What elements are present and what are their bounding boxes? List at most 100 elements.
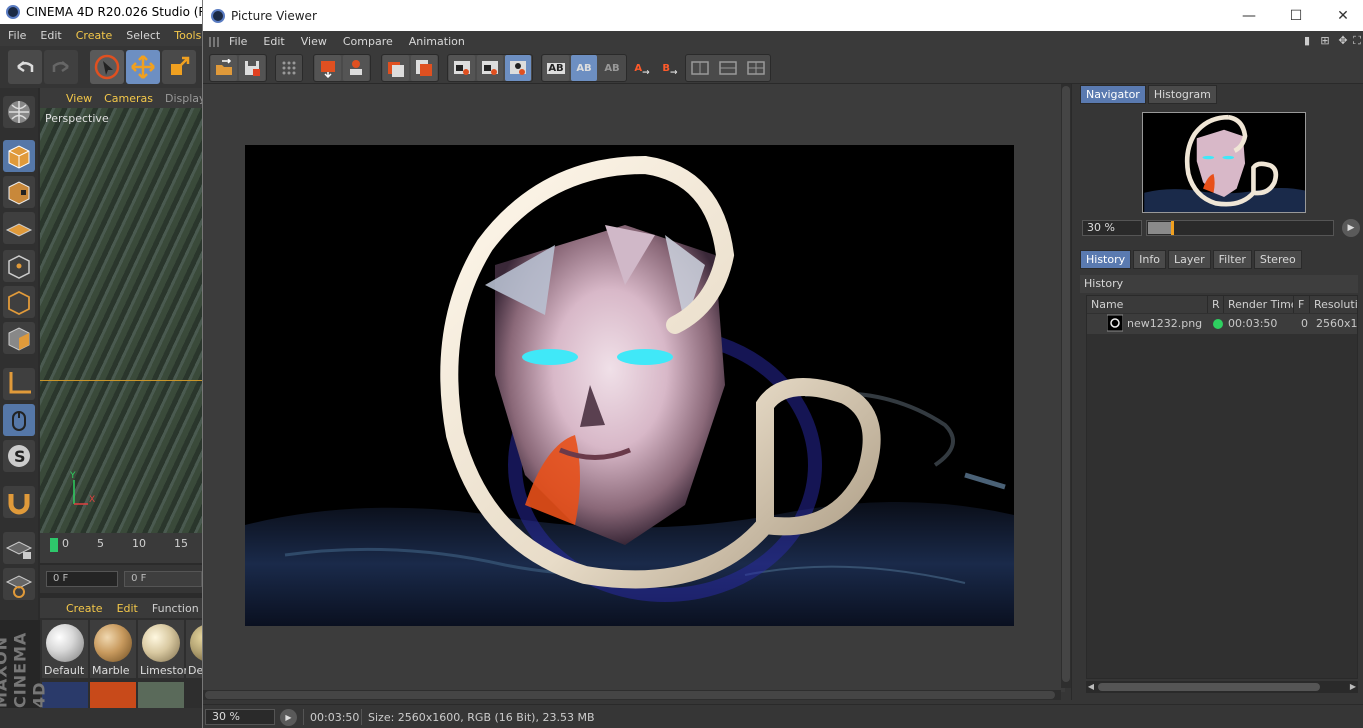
material-preview-ball	[94, 624, 132, 662]
pv-menu-compare[interactable]: Compare	[343, 35, 393, 48]
material-swatch-default[interactable]: Default	[42, 620, 88, 678]
polygons-mode-button[interactable]	[3, 322, 35, 354]
tab-layer[interactable]: Layer	[1167, 250, 1211, 269]
canvas-horizontal-scrollbar[interactable]	[203, 690, 1061, 700]
current-frame-field[interactable]: 0 F	[124, 571, 202, 587]
material-menu-edit[interactable]: Edit	[117, 602, 138, 615]
rendered-image[interactable]	[245, 145, 1014, 626]
live-selection-button[interactable]	[90, 50, 124, 84]
material-swatch-partial[interactable]: De	[186, 620, 202, 678]
locked-workplane-button[interactable]	[3, 532, 35, 564]
material-swatch-limestone[interactable]: Limestone	[138, 620, 197, 678]
main-menu-select[interactable]: Select	[126, 29, 160, 42]
fullscreen-panel-icon[interactable]: ⛶	[1351, 34, 1363, 48]
model-mode-button[interactable]	[3, 140, 35, 172]
set-as-a-button[interactable]: A →	[629, 55, 655, 81]
tab-info[interactable]: Info	[1133, 250, 1166, 269]
start-frame-field[interactable]: 0 F	[46, 571, 119, 587]
scroll-right-icon[interactable]: ▶	[1348, 681, 1358, 693]
navigator-zoom-slider[interactable]	[1146, 220, 1334, 236]
points-mode-button[interactable]	[3, 250, 35, 282]
history-horizontal-scrollbar[interactable]: ◀ ▶	[1086, 681, 1358, 693]
scroll-thumb[interactable]	[1062, 86, 1070, 682]
tab-histogram[interactable]: Histogram	[1147, 85, 1217, 104]
column-header-frame[interactable]: F	[1294, 296, 1310, 313]
minimize-button[interactable]: —	[1239, 6, 1259, 26]
pv-menu-file[interactable]: File	[229, 35, 247, 48]
column-header-resolution[interactable]: Resolution	[1310, 296, 1357, 313]
column-header-render-time[interactable]: Render Time	[1224, 296, 1294, 313]
planar-workplane-button[interactable]	[3, 568, 35, 600]
edges-mode-button[interactable]	[3, 286, 35, 318]
magnet-button[interactable]	[3, 486, 35, 518]
open-button[interactable]	[211, 55, 237, 81]
workplane-button[interactable]	[3, 212, 35, 244]
zoom-slider-handle[interactable]	[1171, 221, 1174, 235]
status-zoom-field[interactable]: 30 %	[205, 709, 275, 725]
tweak-mode-button[interactable]	[3, 404, 35, 436]
status-play-button[interactable]: ▶	[280, 709, 297, 726]
compare-ab-split-button[interactable]: AB	[571, 55, 597, 81]
axis-mode-button[interactable]	[3, 368, 35, 400]
column-header-name[interactable]: Name	[1087, 296, 1208, 313]
render-view-button[interactable]	[3, 96, 35, 128]
move-tool-button[interactable]	[126, 50, 160, 84]
navigator-thumbnail[interactable]	[1142, 112, 1306, 213]
viewport-menu-view[interactable]: View	[66, 92, 92, 105]
undo-button[interactable]	[8, 50, 42, 84]
view-mode-3-button[interactable]	[505, 55, 531, 81]
material-menu-function[interactable]: Function	[152, 602, 199, 615]
snap-button[interactable]: S	[3, 440, 35, 472]
pv-menu-edit[interactable]: Edit	[263, 35, 284, 48]
material-swatch-blue[interactable]	[42, 682, 88, 710]
redo-button[interactable]	[44, 50, 78, 84]
compare-ab-button[interactable]: AB	[543, 55, 569, 81]
timeline-ruler[interactable]: 0 5 10 15	[40, 533, 202, 563]
show-grid-button[interactable]	[276, 55, 302, 81]
table-row[interactable]: new1232.png 00:03:50 0 2560x1600	[1087, 314, 1357, 334]
stereo-mode-3-button[interactable]	[743, 55, 769, 81]
tab-filter[interactable]: Filter	[1212, 250, 1252, 269]
render-region-button[interactable]	[315, 55, 341, 81]
view-mode-1-button[interactable]	[449, 55, 475, 81]
tab-navigator[interactable]: Navigator	[1080, 85, 1146, 104]
copy-image-button[interactable]	[383, 55, 409, 81]
stereo-mode-2-button[interactable]	[715, 55, 741, 81]
material-swatch-green[interactable]	[138, 682, 184, 710]
scale-tool-button[interactable]	[162, 50, 196, 84]
tab-stereo[interactable]: Stereo	[1253, 250, 1302, 269]
pv-menu-view[interactable]: View	[301, 35, 327, 48]
canvas-vertical-scrollbar[interactable]	[1061, 84, 1071, 688]
view-mode-2-button[interactable]	[477, 55, 503, 81]
add-panel-icon[interactable]: ⊞	[1319, 34, 1331, 48]
main-menu-create[interactable]: Create	[76, 29, 113, 42]
set-as-b-button[interactable]: B →	[657, 55, 683, 81]
navigator-zoom-field[interactable]: 30 %	[1082, 220, 1142, 236]
tab-history[interactable]: History	[1080, 250, 1132, 269]
close-button[interactable]: ✕	[1333, 6, 1353, 26]
main-menu-file[interactable]: File	[8, 29, 26, 42]
scroll-left-icon[interactable]: ◀	[1086, 681, 1096, 693]
texture-mode-button[interactable]	[3, 176, 35, 208]
material-swatch-orange[interactable]	[90, 682, 136, 710]
save-button[interactable]	[239, 55, 265, 81]
maximize-button[interactable]: ☐	[1286, 6, 1306, 26]
perspective-viewport[interactable]: Perspective Y X	[40, 108, 202, 533]
material-menu-create[interactable]: Create	[66, 602, 103, 615]
material-swatch-marble[interactable]: Marble	[90, 620, 136, 678]
navigator-play-button[interactable]: ▶	[1342, 219, 1360, 237]
move-panel-icon[interactable]: ✥	[1337, 34, 1349, 48]
scroll-thumb[interactable]	[1098, 683, 1320, 691]
viewport-menu-display[interactable]: Display	[165, 92, 202, 105]
main-menu-edit[interactable]: Edit	[40, 29, 61, 42]
pv-menu-animation[interactable]: Animation	[409, 35, 465, 48]
compare-ab-diff-button[interactable]: AB	[599, 55, 625, 81]
column-header-r[interactable]: R	[1208, 296, 1224, 313]
layout-panel-icon[interactable]: ▮	[1301, 34, 1313, 48]
viewport-menu-cameras[interactable]: Cameras	[104, 92, 153, 105]
copy-to-clipboard-button[interactable]	[411, 55, 437, 81]
scroll-thumb[interactable]	[205, 691, 1055, 699]
stereo-mode-1-button[interactable]	[687, 55, 713, 81]
main-menu-tools[interactable]: Tools	[174, 29, 201, 42]
render-object-button[interactable]	[343, 55, 369, 81]
